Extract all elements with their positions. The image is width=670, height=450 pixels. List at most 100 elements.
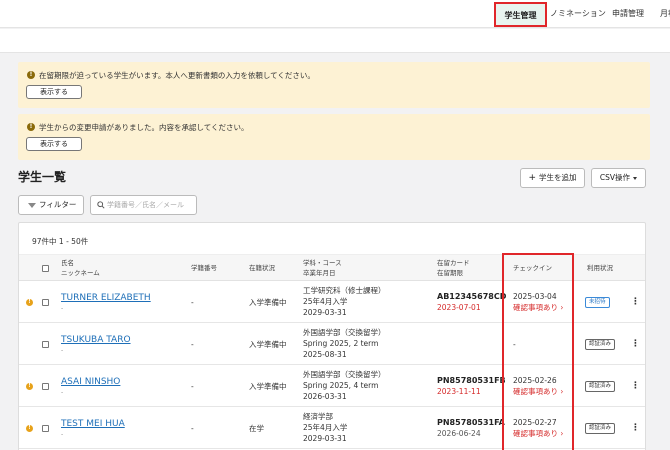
student-nickname: - bbox=[61, 431, 64, 438]
add-student-button[interactable]: + 学生を追加 bbox=[520, 168, 585, 188]
header-graduation-date: 卒業年月日 bbox=[303, 269, 336, 277]
intake-term: Spring 2025, 2 term bbox=[303, 339, 379, 348]
more-options-icon[interactable]: ⋮ bbox=[631, 378, 640, 394]
info-icon: ! bbox=[27, 123, 35, 131]
nav-tab-applications[interactable]: 申請管理 bbox=[612, 0, 644, 28]
warning-icon: ! bbox=[26, 299, 33, 306]
student-number: - bbox=[191, 340, 194, 349]
more-options-icon[interactable]: ⋮ bbox=[631, 420, 640, 436]
residence-expiry-date: 2026-06-24 bbox=[437, 429, 481, 438]
row-checkbox[interactable] bbox=[42, 299, 49, 306]
alert-message: 学生からの変更申請がありました。内容を承認してください。 bbox=[39, 123, 249, 132]
usage-status-badge: 認証済み bbox=[585, 423, 616, 434]
row-checkbox[interactable] bbox=[42, 383, 49, 390]
search-icon bbox=[97, 201, 105, 209]
header-course: 学科・コース bbox=[303, 259, 342, 267]
graduation-date: 2025-08-31 bbox=[303, 350, 347, 359]
header-nickname: ニックネーム bbox=[61, 269, 100, 277]
enrollment-status: 入学準備中 bbox=[249, 340, 287, 349]
top-navigation: 学生管理 ノミネーション 申請管理 月報 bbox=[0, 0, 670, 28]
table-row[interactable]: ! TEST MEI HUA - - 在学 経済学部 25年4月入学 2029-… bbox=[19, 407, 645, 449]
residence-card-number: AB12345678CD bbox=[437, 292, 507, 301]
alert-show-button[interactable]: 表示する bbox=[26, 137, 82, 151]
graduation-date: 2029-03-31 bbox=[303, 434, 347, 443]
nav-tab-monthly-report[interactable]: 月報 bbox=[660, 0, 670, 28]
table-row[interactable]: TSUKUBA TARO - - 入学準備中 外国語学部（交換留学） Sprin… bbox=[19, 323, 645, 365]
nav-tab-nomination[interactable]: ノミネーション bbox=[550, 0, 606, 28]
course-name: 経済学部 bbox=[303, 412, 333, 421]
info-icon: ! bbox=[27, 71, 35, 79]
intake-term: 25年4月入学 bbox=[303, 423, 348, 432]
course-name: 外国語学部（交換留学） bbox=[303, 328, 386, 337]
page-title: 学生一覧 bbox=[18, 170, 67, 184]
header-usage-status: 利用状況 bbox=[587, 264, 613, 272]
graduation-date: 2026-03-31 bbox=[303, 392, 347, 401]
header-residence-expiry: 在留期限 bbox=[437, 269, 463, 277]
sub-header-bar bbox=[0, 29, 670, 53]
student-nickname: - bbox=[61, 347, 64, 354]
search-box bbox=[90, 195, 197, 215]
header-enrollment-status: 在籍状況 bbox=[249, 264, 275, 272]
usage-status-badge: 未招待 bbox=[585, 297, 610, 308]
checkin-date: 2025-02-26 bbox=[513, 376, 557, 385]
header-checkin: チェックイン bbox=[513, 264, 552, 272]
checkin-date: - bbox=[513, 340, 516, 349]
warning-icon: ! bbox=[26, 425, 33, 432]
search-input[interactable] bbox=[107, 198, 195, 212]
warning-icon: ! bbox=[26, 383, 33, 390]
more-options-icon[interactable]: ⋮ bbox=[631, 294, 640, 310]
nav-tab-student-management[interactable]: 学生管理 bbox=[494, 2, 547, 27]
csv-label: CSV操作 bbox=[599, 173, 631, 182]
student-name-link[interactable]: ASAI NINSHO bbox=[61, 377, 120, 387]
row-checkbox[interactable] bbox=[42, 341, 49, 348]
student-name-link[interactable]: TEST MEI HUA bbox=[61, 419, 125, 429]
checkin-issues-link[interactable]: 確認事項あり › bbox=[513, 428, 563, 439]
student-nickname: - bbox=[61, 389, 64, 396]
intake-term: Spring 2025, 4 term bbox=[303, 381, 379, 390]
filter-button[interactable]: フィルター bbox=[18, 195, 84, 215]
filter-icon bbox=[28, 202, 36, 208]
checkin-issues-link[interactable]: 確認事項あり › bbox=[513, 386, 563, 397]
alert-change-request: ! 学生からの変更申請がありました。内容を承認してください。 表示する bbox=[18, 114, 650, 160]
header-name: 氏名 bbox=[61, 259, 74, 267]
table-row[interactable]: ! ASAI NINSHO - - 入学準備中 外国語学部（交換留学） Spri… bbox=[19, 365, 645, 407]
residence-card-number: PN85780531FA bbox=[437, 418, 505, 427]
add-student-label: 学生を追加 bbox=[539, 173, 577, 182]
table-header: 氏名 ニックネーム 学籍番号 在籍状況 学科・コース 卒業年月日 在留カード 在… bbox=[19, 254, 645, 281]
result-count: 97件中 1 - 50件 bbox=[32, 237, 89, 246]
enrollment-status: 入学準備中 bbox=[249, 298, 287, 307]
alert-show-button[interactable]: 表示する bbox=[26, 85, 82, 99]
residence-expiry-date: 2023-07-01 bbox=[437, 303, 481, 312]
student-number: - bbox=[191, 298, 194, 307]
student-name-link[interactable]: TURNER ELIZABETH bbox=[61, 293, 151, 303]
enrollment-status: 在学 bbox=[249, 424, 264, 433]
course-name: 工学研究科（修士課程） bbox=[303, 286, 386, 295]
header-student-number: 学籍番号 bbox=[191, 264, 217, 272]
intake-term: 25年4月入学 bbox=[303, 297, 348, 306]
filter-label: フィルター bbox=[39, 200, 77, 209]
checkin-date: 2025-02-27 bbox=[513, 418, 557, 427]
csv-operations-button[interactable]: CSV操作 bbox=[591, 168, 646, 188]
usage-status-badge: 認証済み bbox=[585, 381, 616, 392]
row-checkbox[interactable] bbox=[42, 425, 49, 432]
header-residence-card: 在留カード bbox=[437, 259, 470, 267]
alert-message: 在留期限が迫っている学生がいます。本人へ更新書類の入力を依頼してください。 bbox=[39, 71, 315, 80]
usage-status-badge: 認証済み bbox=[585, 339, 616, 350]
enrollment-status: 入学準備中 bbox=[249, 382, 287, 391]
more-options-icon[interactable]: ⋮ bbox=[631, 336, 640, 352]
student-name-link[interactable]: TSUKUBA TARO bbox=[61, 335, 131, 345]
graduation-date: 2029-03-31 bbox=[303, 308, 347, 317]
table-row[interactable]: ! TURNER ELIZABETH - - 入学準備中 工学研究科（修士課程）… bbox=[19, 281, 645, 323]
student-number: - bbox=[191, 382, 194, 391]
course-name: 外国語学部（交換留学） bbox=[303, 370, 386, 379]
chevron-down-icon bbox=[633, 176, 638, 180]
residence-card-number: PN85780531FB bbox=[437, 376, 506, 385]
select-all-checkbox[interactable] bbox=[42, 265, 49, 272]
residence-expiry-date: 2023-11-11 bbox=[437, 387, 481, 396]
checkin-date: 2025-03-04 bbox=[513, 292, 557, 301]
student-number: - bbox=[191, 424, 194, 433]
alert-residence-expiry: ! 在留期限が迫っている学生がいます。本人へ更新書類の入力を依頼してください。 … bbox=[18, 62, 650, 108]
checkin-issues-link[interactable]: 確認事項あり › bbox=[513, 302, 563, 313]
plus-icon: + bbox=[528, 173, 537, 183]
student-nickname: - bbox=[61, 305, 64, 312]
